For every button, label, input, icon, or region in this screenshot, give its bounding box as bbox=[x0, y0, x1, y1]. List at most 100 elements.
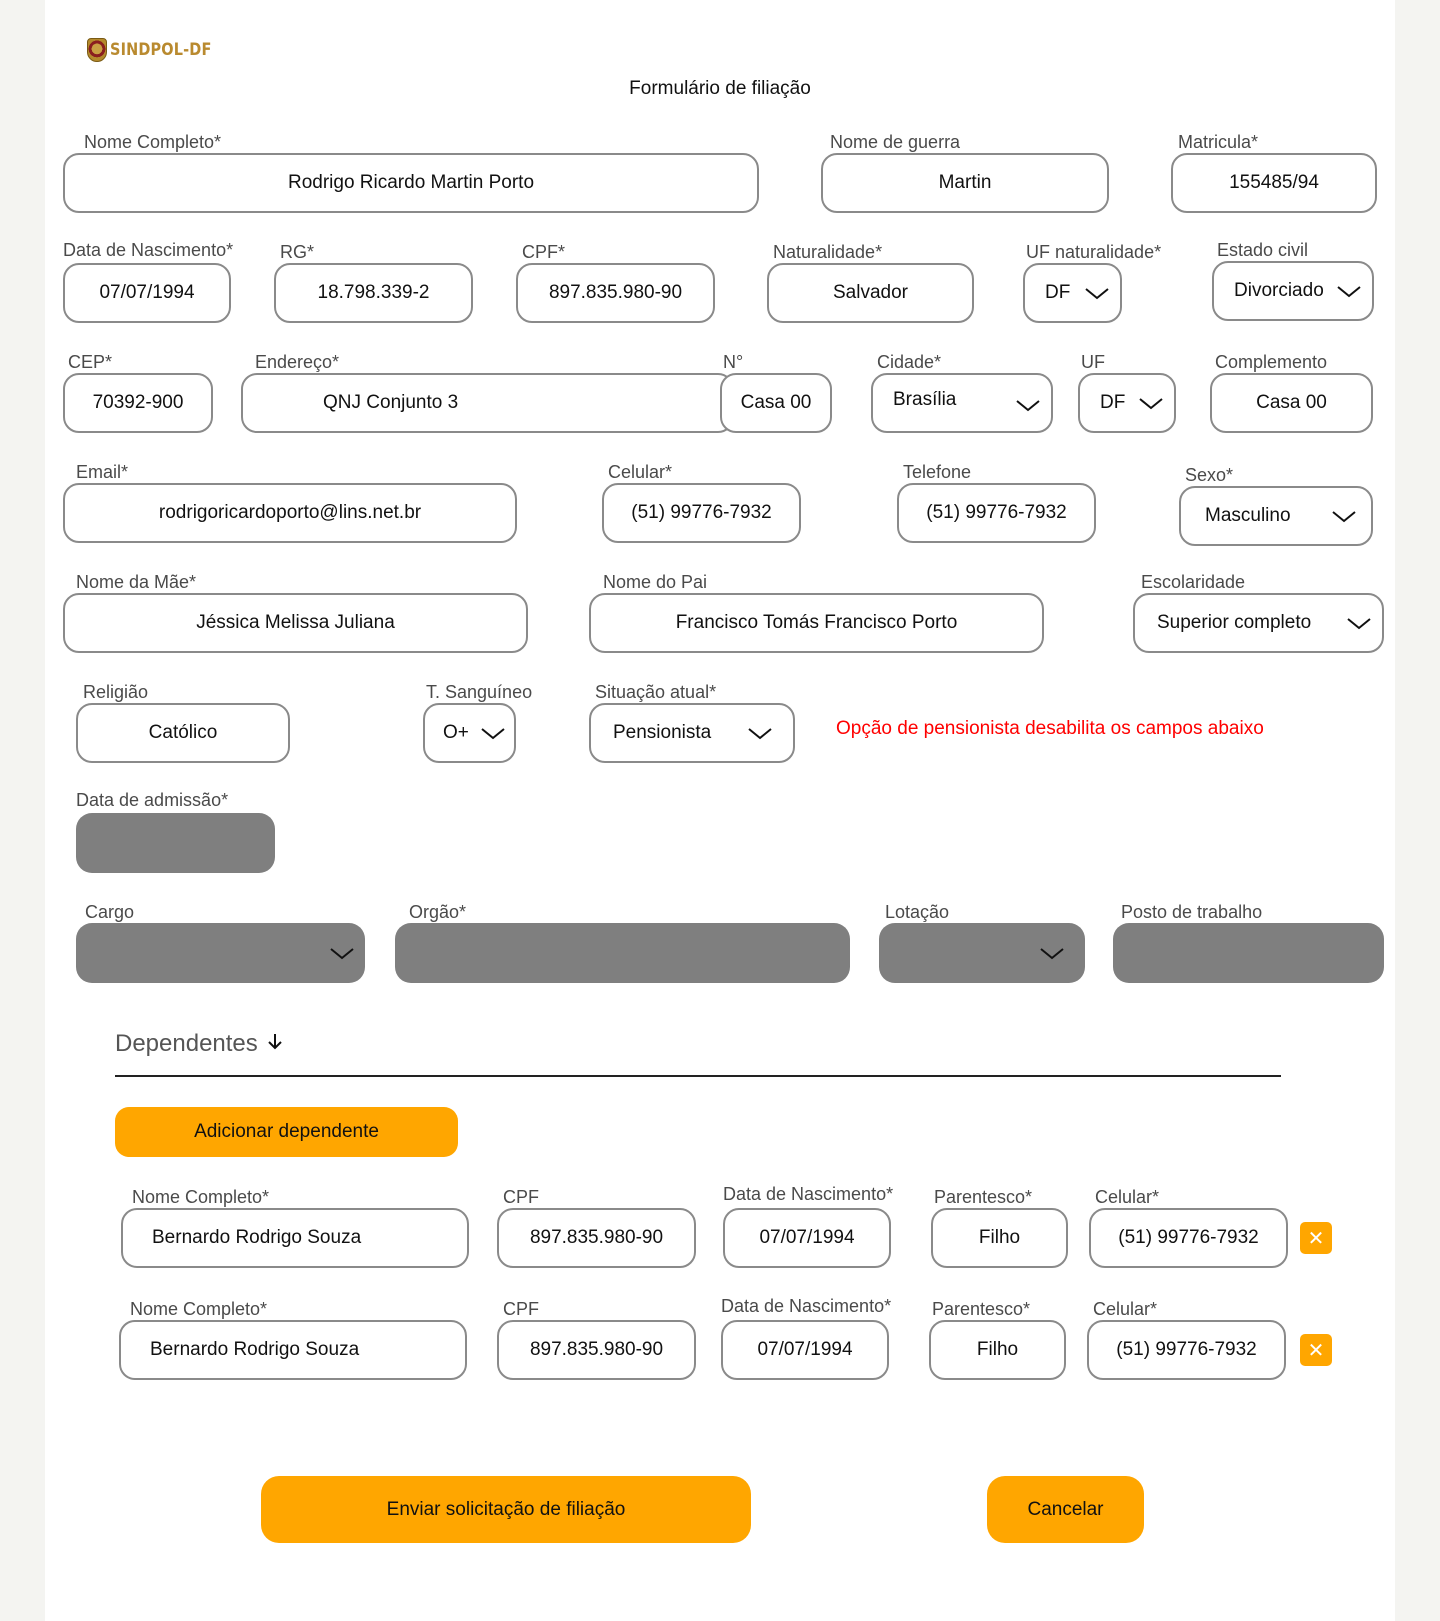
nome-completo-input[interactable]: Rodrigo Ricardo Martin Porto bbox=[63, 153, 759, 213]
dep-cpf-input[interactable]: 897.835.980-90 bbox=[497, 1208, 696, 1268]
uf-naturalidade-value: DF bbox=[1045, 282, 1071, 303]
cep-label: CEP* bbox=[68, 352, 113, 372]
cargo-label: Cargo bbox=[85, 902, 135, 922]
celular-input[interactable]: (51) 99776-7932 bbox=[602, 483, 801, 543]
situacao-atual-value: Pensionista bbox=[613, 722, 712, 743]
cep-input[interactable]: 70392-900 bbox=[63, 373, 213, 433]
nome-pai-input[interactable]: Francisco Tomás Francisco Porto bbox=[589, 593, 1044, 653]
telefone-label: Telefone bbox=[903, 462, 972, 482]
estado-civil-value: Divorciado bbox=[1234, 280, 1324, 301]
posto-trabalho-input-disabled bbox=[1113, 923, 1384, 983]
nome-guerra-input[interactable]: Martin bbox=[821, 153, 1109, 213]
close-icon: ✕ bbox=[1307, 1339, 1325, 1362]
data-admissao-label: Data de admissão* bbox=[76, 790, 229, 810]
nome-completo-label: Nome Completo* bbox=[84, 132, 222, 152]
religiao-input[interactable]: Católico bbox=[76, 703, 290, 763]
dep-celular-input[interactable]: (51) 99776-7932 bbox=[1089, 1208, 1288, 1268]
page-title: Formulário de filiação bbox=[629, 78, 811, 99]
uf-naturalidade-select[interactable]: DF bbox=[1023, 263, 1122, 323]
uf-value: DF bbox=[1100, 392, 1126, 413]
dependentes-toggle[interactable]: Dependentes bbox=[115, 1030, 284, 1058]
cidade-select[interactable]: Brasília bbox=[871, 373, 1053, 433]
brand-name: SINDPOL-DF bbox=[110, 40, 212, 60]
dep-parentesco-label: Parentesco* bbox=[934, 1187, 1033, 1207]
chevron-down-icon bbox=[1346, 615, 1372, 631]
escolaridade-label: Escolaridade bbox=[1141, 572, 1246, 592]
rg-input[interactable]: 18.798.339-2 bbox=[274, 263, 473, 323]
uf-naturalidade-label: UF naturalidade* bbox=[1026, 242, 1162, 262]
brand-logo: SINDPOL-DF bbox=[87, 38, 229, 62]
telefone-input[interactable]: (51) 99776-7932 bbox=[897, 483, 1096, 543]
dep-cpf-label: CPF bbox=[503, 1299, 539, 1319]
cancel-button[interactable]: Cancelar bbox=[987, 1476, 1144, 1543]
dep-cpf-label: CPF bbox=[503, 1187, 539, 1207]
chevron-down-icon bbox=[747, 725, 773, 741]
data-nascimento-input[interactable]: 07/07/1994 bbox=[63, 263, 231, 323]
orgao-input-disabled bbox=[395, 923, 850, 983]
remove-dependente-button[interactable]: ✕ bbox=[1300, 1222, 1332, 1254]
endereco-label: Endereço* bbox=[255, 352, 340, 372]
pensionista-warning: Opção de pensionista desabilita os campo… bbox=[836, 718, 1264, 739]
dep-nascimento-label: Data de Nascimento* bbox=[721, 1296, 892, 1316]
dependentes-divider bbox=[115, 1075, 1281, 1077]
dep-nascimento-label: Data de Nascimento* bbox=[723, 1184, 894, 1204]
tipo-sanguineo-label: T. Sanguíneo bbox=[426, 682, 533, 702]
cidade-label: Cidade* bbox=[877, 352, 942, 372]
cargo-select-disabled bbox=[76, 923, 365, 983]
uf-select[interactable]: DF bbox=[1078, 373, 1176, 433]
matricula-input[interactable]: 155485/94 bbox=[1171, 153, 1377, 213]
celular-label: Celular* bbox=[608, 462, 673, 482]
chevron-down-icon bbox=[1138, 395, 1164, 411]
lotacao-select-disabled bbox=[879, 923, 1085, 983]
orgao-label: Orgão* bbox=[409, 902, 467, 922]
dep-celular-label: Celular* bbox=[1093, 1299, 1158, 1319]
tipo-sanguineo-select[interactable]: O+ bbox=[423, 703, 516, 763]
naturalidade-input[interactable]: Salvador bbox=[767, 263, 974, 323]
chevron-down-icon bbox=[1084, 285, 1110, 301]
estado-civil-select[interactable]: Divorciado bbox=[1212, 261, 1374, 321]
numero-label: N° bbox=[723, 352, 744, 372]
estado-civil-label: Estado civil bbox=[1217, 240, 1309, 260]
police-badge-icon bbox=[87, 38, 107, 62]
dep-nome-input[interactable]: Bernardo Rodrigo Souza bbox=[121, 1208, 469, 1268]
religiao-label: Religião bbox=[83, 682, 149, 702]
endereco-input[interactable]: QNJ Conjunto 3 bbox=[241, 373, 734, 433]
submit-button[interactable]: Enviar solicitação de filiação bbox=[261, 1476, 751, 1543]
complemento-label: Complemento bbox=[1215, 352, 1328, 372]
dep-celular-input[interactable]: (51) 99776-7932 bbox=[1087, 1320, 1286, 1380]
dep-parentesco-label: Parentesco* bbox=[932, 1299, 1031, 1319]
posto-trabalho-label: Posto de trabalho bbox=[1121, 902, 1263, 922]
chevron-down-icon bbox=[1015, 397, 1041, 413]
escolaridade-select[interactable]: Superior completo bbox=[1133, 593, 1384, 653]
dep-nome-label: Nome Completo* bbox=[132, 1187, 270, 1207]
dep-nome-input[interactable]: Bernardo Rodrigo Souza bbox=[119, 1320, 467, 1380]
uf-label: UF bbox=[1081, 352, 1105, 372]
nome-mae-input[interactable]: Jéssica Melissa Juliana bbox=[63, 593, 528, 653]
chevron-down-icon bbox=[1336, 283, 1362, 299]
numero-input[interactable]: Casa 00 bbox=[720, 373, 832, 433]
email-input[interactable]: rodrigoricardoporto@lins.net.br bbox=[63, 483, 517, 543]
dependentes-heading: Dependentes bbox=[115, 1030, 258, 1057]
situacao-atual-label: Situação atual* bbox=[595, 682, 717, 702]
cpf-input[interactable]: 897.835.980-90 bbox=[516, 263, 715, 323]
tipo-sanguineo-value: O+ bbox=[443, 722, 469, 743]
nome-mae-label: Nome da Mãe* bbox=[76, 572, 197, 592]
dep-cpf-input[interactable]: 897.835.980-90 bbox=[497, 1320, 696, 1380]
remove-dependente-button[interactable]: ✕ bbox=[1300, 1334, 1332, 1366]
dep-nascimento-input[interactable]: 07/07/1994 bbox=[721, 1320, 889, 1380]
dep-parentesco-input[interactable]: Filho bbox=[929, 1320, 1066, 1380]
chevron-down-icon bbox=[329, 945, 355, 961]
matricula-label: Matricula* bbox=[1178, 132, 1259, 152]
email-label: Email* bbox=[76, 462, 129, 482]
lotacao-label: Lotação bbox=[885, 902, 950, 922]
add-dependente-button[interactable]: Adicionar dependente bbox=[115, 1107, 458, 1157]
complemento-input[interactable]: Casa 00 bbox=[1210, 373, 1373, 433]
dep-parentesco-input[interactable]: Filho bbox=[931, 1208, 1068, 1268]
dep-nascimento-input[interactable]: 07/07/1994 bbox=[723, 1208, 891, 1268]
situacao-atual-select[interactable]: Pensionista bbox=[589, 703, 795, 763]
sexo-label: Sexo* bbox=[1185, 465, 1234, 485]
arrow-down-icon bbox=[266, 1030, 284, 1058]
sexo-select[interactable]: Masculino bbox=[1179, 486, 1373, 546]
data-admissao-input-disabled bbox=[76, 813, 275, 873]
naturalidade-label: Naturalidade* bbox=[773, 242, 883, 262]
